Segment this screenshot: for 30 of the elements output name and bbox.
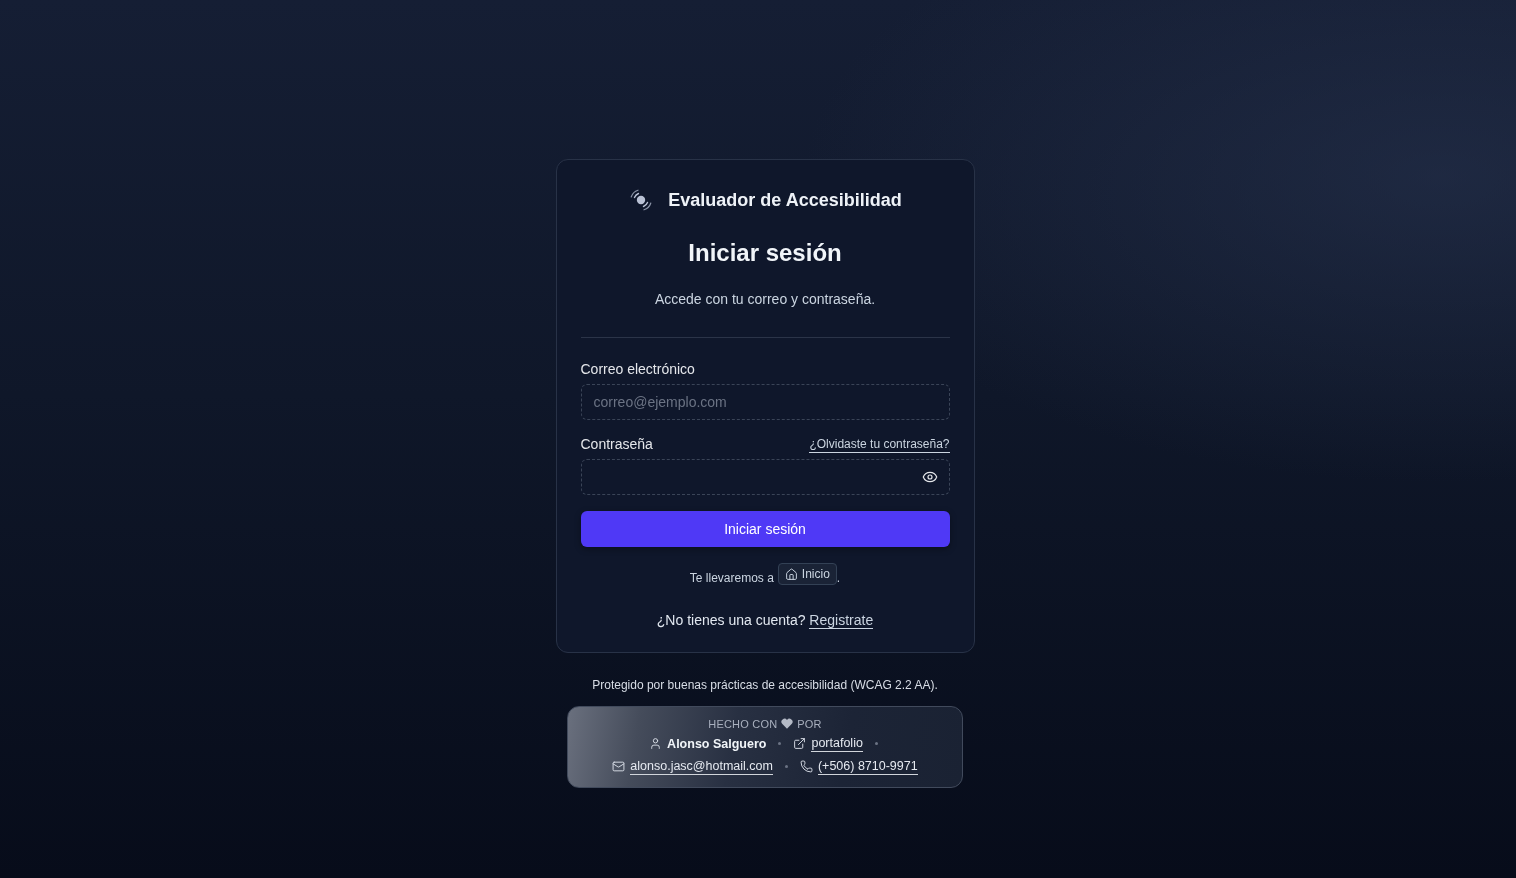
forgot-password-link[interactable]: ¿Olvidaste tu contraseña? [809,435,950,453]
subtitle: Accede con tu correo y contraseña. [653,290,877,309]
register-link[interactable]: Registrate [809,611,874,629]
dot-separator-icon [778,742,782,745]
dot-separator-icon [784,765,788,768]
password-field[interactable] [580,459,950,495]
heart-icon [781,718,794,729]
eye-icon [921,469,938,485]
field-label: Contraseña [580,435,653,454]
page-heading: Iniciar sesión [687,238,843,268]
sign-in-button[interactable]: Iniciar sesión [580,511,950,547]
mail-icon [612,760,626,773]
external-link-icon [793,737,807,750]
email-link[interactable]: alonso.jasc@hotmail.com [630,758,773,775]
portfolio-link[interactable]: portafolio [811,735,863,752]
home-link[interactable]: Inicio [777,563,837,585]
footer-note: Protegido por buenas prácticas de accesibilidad (WCAG 2.2 AA). [592,676,938,693]
person-icon [649,737,663,750]
field-label: Correo electrónico [580,360,695,379]
credits-suffix: POR [797,717,822,730]
house-icon [784,567,798,581]
redirect-note: Te llevaremos a Inicio . [580,563,950,589]
app-title: Evaluador de Accesibilidad [668,189,902,211]
credits-prefix: HECHO CON [708,717,778,730]
email-field[interactable]: correo@ejemplo.com [580,384,950,420]
dot-separator-icon [874,742,878,745]
phone-link[interactable]: (+506) 8710-9971 [817,758,918,775]
phone-icon [799,760,813,773]
author-name: Alonso Salguero [667,736,767,751]
register-prompt: ¿No tienes una cuenta? Registrate [655,610,875,630]
